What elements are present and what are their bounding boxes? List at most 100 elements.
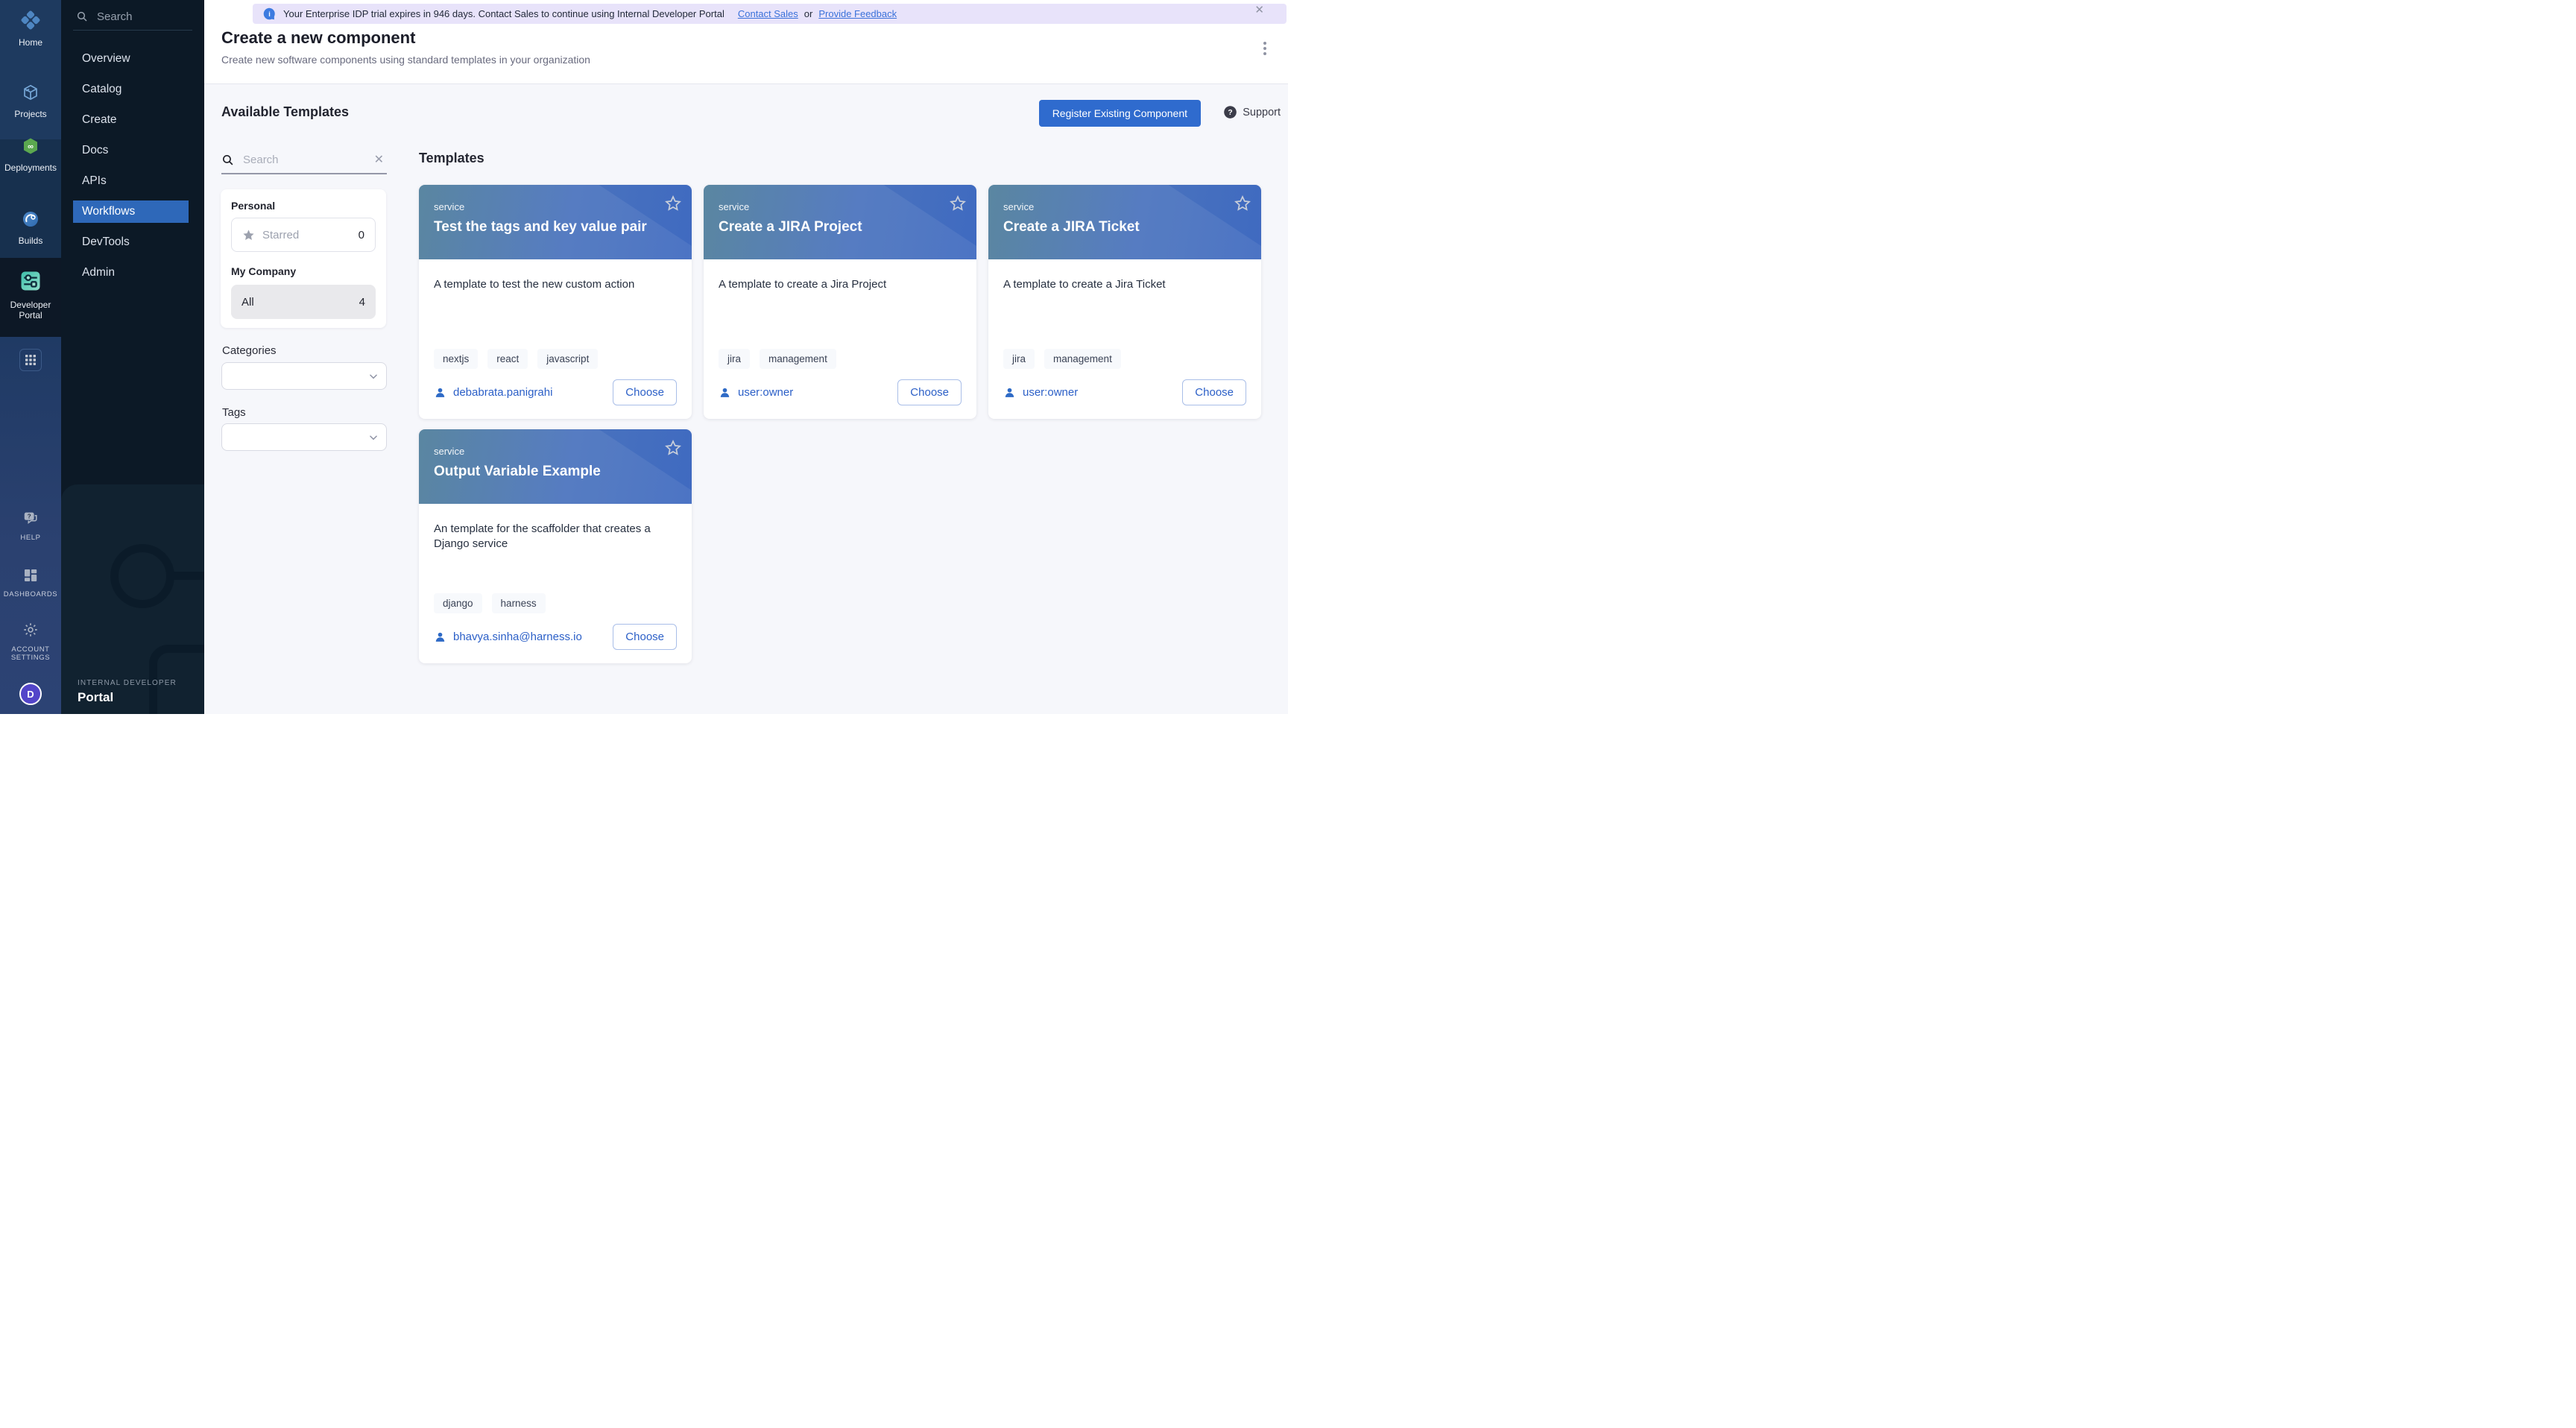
provide-feedback-link[interactable]: Provide Feedback <box>818 8 897 19</box>
banner-or-text: or <box>804 8 813 19</box>
builds-icon <box>22 210 40 232</box>
main-content: i Your Enterprise IDP trial expires in 9… <box>204 0 1288 714</box>
template-search-field: ✕ <box>221 146 387 174</box>
sidebar-item-docs[interactable]: Docs <box>73 139 189 162</box>
categories-select[interactable] <box>221 362 387 390</box>
template-search-input[interactable] <box>243 154 362 166</box>
sidebar-item-admin[interactable]: Admin <box>73 262 189 284</box>
dashboards-icon <box>23 568 38 587</box>
card-description: A template to create a Jira Project <box>719 277 962 292</box>
tags-select[interactable] <box>221 423 387 451</box>
rail-item-dashboards[interactable]: DASHBOARDS <box>0 568 61 599</box>
card-owner: user:owner <box>1023 386 1078 399</box>
card-title: Output Variable Example <box>434 464 677 480</box>
person-icon <box>434 631 446 643</box>
card-type: service <box>719 201 962 212</box>
rail-item-developer-portal[interactable]: DeveloperPortal <box>0 270 61 321</box>
card-type: service <box>434 201 677 212</box>
svg-text:?: ? <box>1228 109 1233 117</box>
star-icon[interactable] <box>1234 195 1251 212</box>
rail-item-account-settings[interactable]: ACCOUNTSETTINGS <box>0 622 61 663</box>
rail-item-label: Projects <box>14 110 46 120</box>
all-filter-row[interactable]: All 4 <box>231 285 376 319</box>
rail-item-label: DASHBOARDS <box>4 591 58 599</box>
svg-text:i: i <box>268 10 271 18</box>
available-templates-heading: Available Templates <box>221 104 349 120</box>
star-icon[interactable] <box>949 195 967 212</box>
sidebar-item-apis[interactable]: APIs <box>73 170 189 192</box>
tag-chip: management <box>760 349 836 369</box>
clear-search-icon[interactable]: ✕ <box>374 152 384 167</box>
page-subtitle: Create new software components using sta… <box>221 54 590 66</box>
card-footer: user:owner Choose <box>719 379 962 405</box>
sidebar-footer-kicker: INTERNAL DEVELOPER <box>78 679 177 687</box>
card-footer: debabrata.panigrahi Choose <box>434 379 677 405</box>
rail-item-projects[interactable]: Projects <box>0 83 61 120</box>
rail-item-label: Builds <box>19 236 43 247</box>
card-body: A template to test the new custom action… <box>419 259 692 419</box>
template-card: service Create a JIRA Ticket A template … <box>988 185 1261 419</box>
card-description: A template to test the new custom action <box>434 277 677 292</box>
card-description: A template to create a Jira Ticket <box>1003 277 1246 292</box>
card-tags: django harness <box>434 593 677 613</box>
divider <box>73 30 192 31</box>
starred-count: 0 <box>359 229 364 241</box>
choose-button[interactable]: Choose <box>613 624 677 650</box>
card-header: service Create a JIRA Project <box>704 185 976 259</box>
card-owner-link[interactable]: debabrata.panigrahi <box>434 386 552 399</box>
register-existing-component-button[interactable]: Register Existing Component <box>1039 100 1201 127</box>
choose-button[interactable]: Choose <box>1182 379 1246 405</box>
starred-filter-row[interactable]: Starred 0 <box>231 218 376 252</box>
filter-panel: Personal Starred 0 My Company All 4 <box>221 189 386 328</box>
template-card: service Output Variable Example An templ… <box>419 429 692 663</box>
sidebar-item-create[interactable]: Create <box>73 109 189 131</box>
rail-item-help[interactable]: ? HELP <box>0 510 61 543</box>
sidebar-item-overview[interactable]: Overview <box>73 48 189 70</box>
company-section-heading: My Company <box>231 265 376 277</box>
choose-button[interactable]: Choose <box>613 379 677 405</box>
card-title: Create a JIRA Ticket <box>1003 219 1246 236</box>
banner-close-icon[interactable]: ✕ <box>1254 3 1264 16</box>
support-button[interactable]: ? Support <box>1223 105 1281 119</box>
rail-item-module-selector[interactable] <box>0 349 61 371</box>
sidebar-search[interactable]: Search <box>76 7 192 25</box>
tag-chip: harness <box>492 593 546 613</box>
card-header: service Create a JIRA Ticket <box>988 185 1261 259</box>
kebab-menu-icon[interactable] <box>1260 39 1270 58</box>
contact-sales-link[interactable]: Contact Sales <box>738 8 798 19</box>
chevron-down-icon <box>368 371 379 382</box>
rail-item-label: Home <box>19 38 42 48</box>
choose-button[interactable]: Choose <box>897 379 962 405</box>
card-owner-link[interactable]: bhavya.sinha@harness.io <box>434 631 582 643</box>
card-body: A template to create a Jira Ticket jira … <box>988 259 1261 419</box>
star-icon[interactable] <box>664 439 682 457</box>
tag-chip: javascript <box>537 349 598 369</box>
rail-item-builds[interactable]: Builds <box>0 210 61 247</box>
search-icon <box>221 154 234 166</box>
sidebar-item-workflows[interactable]: Workflows <box>73 200 189 223</box>
star-icon[interactable] <box>664 195 682 212</box>
rail-item-deployments[interactable]: ∞ Deployments <box>0 137 61 174</box>
question-circle-icon: ? <box>1223 105 1237 119</box>
card-tags: nextjs react javascript <box>434 349 677 369</box>
sidebar-item-devtools[interactable]: DevTools <box>73 231 189 253</box>
rail-item-home[interactable]: Home <box>0 10 61 48</box>
sidebar-footer-title: Portal <box>78 690 113 705</box>
person-icon <box>434 386 446 399</box>
card-owner: user:owner <box>738 386 793 399</box>
card-header: service Test the tags and key value pair <box>419 185 692 259</box>
template-card: service Test the tags and key value pair… <box>419 185 692 419</box>
card-owner-link[interactable]: user:owner <box>1003 386 1078 399</box>
rail-item-label: DeveloperPortal <box>10 300 51 321</box>
avatar: D <box>19 683 42 705</box>
rail-item-user-avatar[interactable]: D <box>0 683 61 705</box>
apps-grid-icon <box>19 349 42 371</box>
person-icon <box>1003 386 1016 399</box>
card-footer: user:owner Choose <box>1003 379 1246 405</box>
card-owner-link[interactable]: user:owner <box>719 386 793 399</box>
tags-label: Tags <box>222 406 246 419</box>
personal-section-heading: Personal <box>231 200 376 212</box>
card-body: An template for the scaffolder that crea… <box>419 504 692 663</box>
rail-item-label: HELP <box>20 534 40 543</box>
sidebar-item-catalog[interactable]: Catalog <box>73 78 189 101</box>
